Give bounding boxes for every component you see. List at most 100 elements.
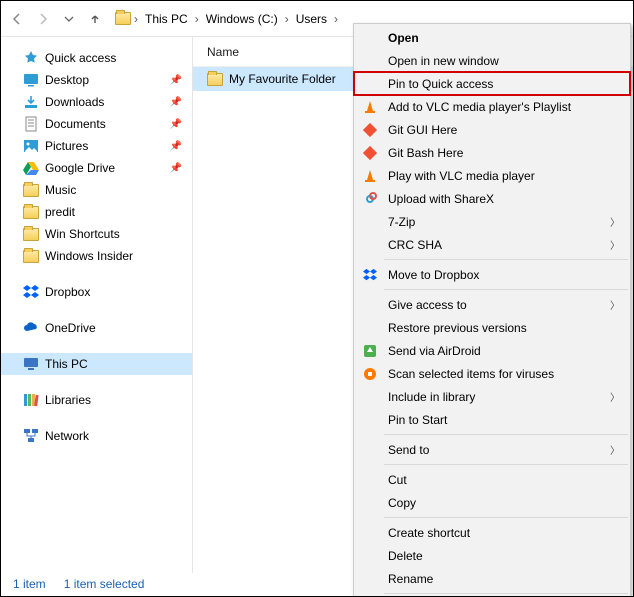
ctx-7zip[interactable]: 7-Zip〉	[354, 210, 630, 233]
context-menu: Open Open in new window Pin to Quick acc…	[353, 23, 631, 597]
chevron-right-icon: ›	[131, 12, 141, 26]
ctx-copy[interactable]: Copy	[354, 491, 630, 514]
chevron-right-icon: ›	[331, 12, 341, 26]
pin-icon: 📌	[170, 75, 182, 86]
ctx-scan-viruses[interactable]: Scan selected items for viruses	[354, 362, 630, 385]
folder-icon	[23, 248, 39, 264]
separator	[384, 517, 628, 518]
sidebar-item-label: Libraries	[45, 393, 192, 407]
airdroid-icon	[362, 343, 378, 359]
status-selection-count: 1 item selected	[64, 577, 145, 591]
chevron-right-icon: 〉	[610, 297, 620, 312]
pin-icon: 📌	[170, 97, 182, 108]
breadcrumb-part[interactable]: Users	[292, 10, 331, 28]
antivirus-icon	[362, 366, 378, 382]
git-icon	[362, 145, 378, 161]
ctx-include-library[interactable]: Include in library〉	[354, 385, 630, 408]
ctx-open-new-window[interactable]: Open in new window	[354, 49, 630, 72]
sidebar-item-predit[interactable]: predit	[1, 201, 192, 223]
ctx-vlc-play[interactable]: Play with VLC media player	[354, 164, 630, 187]
documents-icon	[23, 116, 39, 132]
ctx-git-gui[interactable]: Git GUI Here	[354, 118, 630, 141]
sidebar-item-label: Dropbox	[45, 285, 192, 299]
this-pc-icon	[23, 356, 39, 372]
ctx-pin-quick-access[interactable]: Pin to Quick access	[354, 72, 630, 95]
sidebar-item-label: Quick access	[45, 51, 192, 65]
libraries-icon	[23, 392, 39, 408]
breadcrumb-part[interactable]: This PC	[141, 10, 192, 28]
ctx-airdroid[interactable]: Send via AirDroid	[354, 339, 630, 362]
sidebar-onedrive[interactable]: OneDrive	[1, 317, 192, 339]
sidebar-quick-access[interactable]: Quick access	[1, 47, 192, 69]
ctx-vlc-playlist[interactable]: Add to VLC media player's Playlist	[354, 95, 630, 118]
ctx-move-dropbox[interactable]: Move to Dropbox	[354, 263, 630, 286]
column-header-label: Name	[207, 45, 239, 59]
ctx-crc-sha[interactable]: CRC SHA〉	[354, 233, 630, 256]
git-icon	[362, 122, 378, 138]
up-button[interactable]	[83, 7, 107, 31]
sidebar-item-downloads[interactable]: Downloads 📌	[1, 91, 192, 113]
dropbox-icon	[362, 267, 378, 283]
sidebar-item-label: Win Shortcuts	[45, 227, 192, 241]
desktop-icon	[23, 72, 39, 88]
chevron-right-icon: 〉	[610, 442, 620, 457]
ctx-restore-previous[interactable]: Restore previous versions	[354, 316, 630, 339]
ctx-open[interactable]: Open	[354, 26, 630, 49]
chevron-right-icon: 〉	[610, 237, 620, 252]
separator	[384, 434, 628, 435]
vlc-icon	[362, 168, 378, 184]
sidebar-item-label: This PC	[45, 357, 192, 371]
pictures-icon	[23, 138, 39, 154]
ctx-cut[interactable]: Cut	[354, 468, 630, 491]
separator	[384, 289, 628, 290]
ctx-send-to[interactable]: Send to〉	[354, 438, 630, 461]
folder-icon	[23, 226, 39, 242]
pin-icon: 📌	[170, 119, 182, 130]
google-drive-icon	[23, 160, 39, 176]
sidebar-item-label: OneDrive	[45, 321, 192, 335]
sidebar-item-pictures[interactable]: Pictures 📌	[1, 135, 192, 157]
ctx-delete[interactable]: Delete	[354, 544, 630, 567]
status-item-count: 1 item	[13, 577, 46, 591]
sidebar-item-windows-insider[interactable]: Windows Insider	[1, 245, 192, 267]
file-name: My Favourite Folder	[229, 72, 336, 86]
separator	[384, 464, 628, 465]
ctx-create-shortcut[interactable]: Create shortcut	[354, 521, 630, 544]
sidebar-libraries[interactable]: Libraries	[1, 389, 192, 411]
ctx-give-access[interactable]: Give access to〉	[354, 293, 630, 316]
sidebar-item-label: Music	[45, 183, 192, 197]
chevron-right-icon: ›	[282, 12, 292, 26]
ctx-git-bash[interactable]: Git Bash Here	[354, 141, 630, 164]
onedrive-icon	[23, 320, 39, 336]
sidebar-item-music[interactable]: Music	[1, 179, 192, 201]
ctx-sharex[interactable]: Upload with ShareX	[354, 187, 630, 210]
chevron-right-icon: ›	[192, 12, 202, 26]
star-icon	[23, 50, 39, 66]
sidebar-this-pc[interactable]: This PC	[1, 353, 192, 375]
breadcrumb-part[interactable]: Windows (C:)	[202, 10, 282, 28]
dropbox-icon	[23, 284, 39, 300]
recent-locations-button[interactable]	[57, 7, 81, 31]
sidebar-item-label: Network	[45, 429, 192, 443]
chevron-right-icon: 〉	[610, 389, 620, 404]
sidebar-item-documents[interactable]: Documents 📌	[1, 113, 192, 135]
sidebar-item-desktop[interactable]: Desktop 📌	[1, 69, 192, 91]
folder-icon	[207, 71, 223, 87]
folder-icon	[23, 204, 39, 220]
navigation-pane: Quick access Desktop 📌 Downloads 📌 Docum…	[1, 37, 193, 573]
pin-icon: 📌	[170, 163, 182, 174]
chevron-right-icon: 〉	[610, 214, 620, 229]
sidebar-dropbox[interactable]: Dropbox	[1, 281, 192, 303]
status-bar: 1 item 1 item selected	[1, 572, 633, 596]
folder-icon	[23, 182, 39, 198]
sharex-icon	[362, 191, 378, 207]
ctx-pin-start[interactable]: Pin to Start	[354, 408, 630, 431]
back-button[interactable]	[5, 7, 29, 31]
separator	[384, 259, 628, 260]
sidebar-item-win-shortcuts[interactable]: Win Shortcuts	[1, 223, 192, 245]
forward-button[interactable]	[31, 7, 55, 31]
folder-icon	[115, 11, 131, 27]
sidebar-item-label: Windows Insider	[45, 249, 192, 263]
sidebar-item-google-drive[interactable]: Google Drive 📌	[1, 157, 192, 179]
sidebar-network[interactable]: Network	[1, 425, 192, 447]
